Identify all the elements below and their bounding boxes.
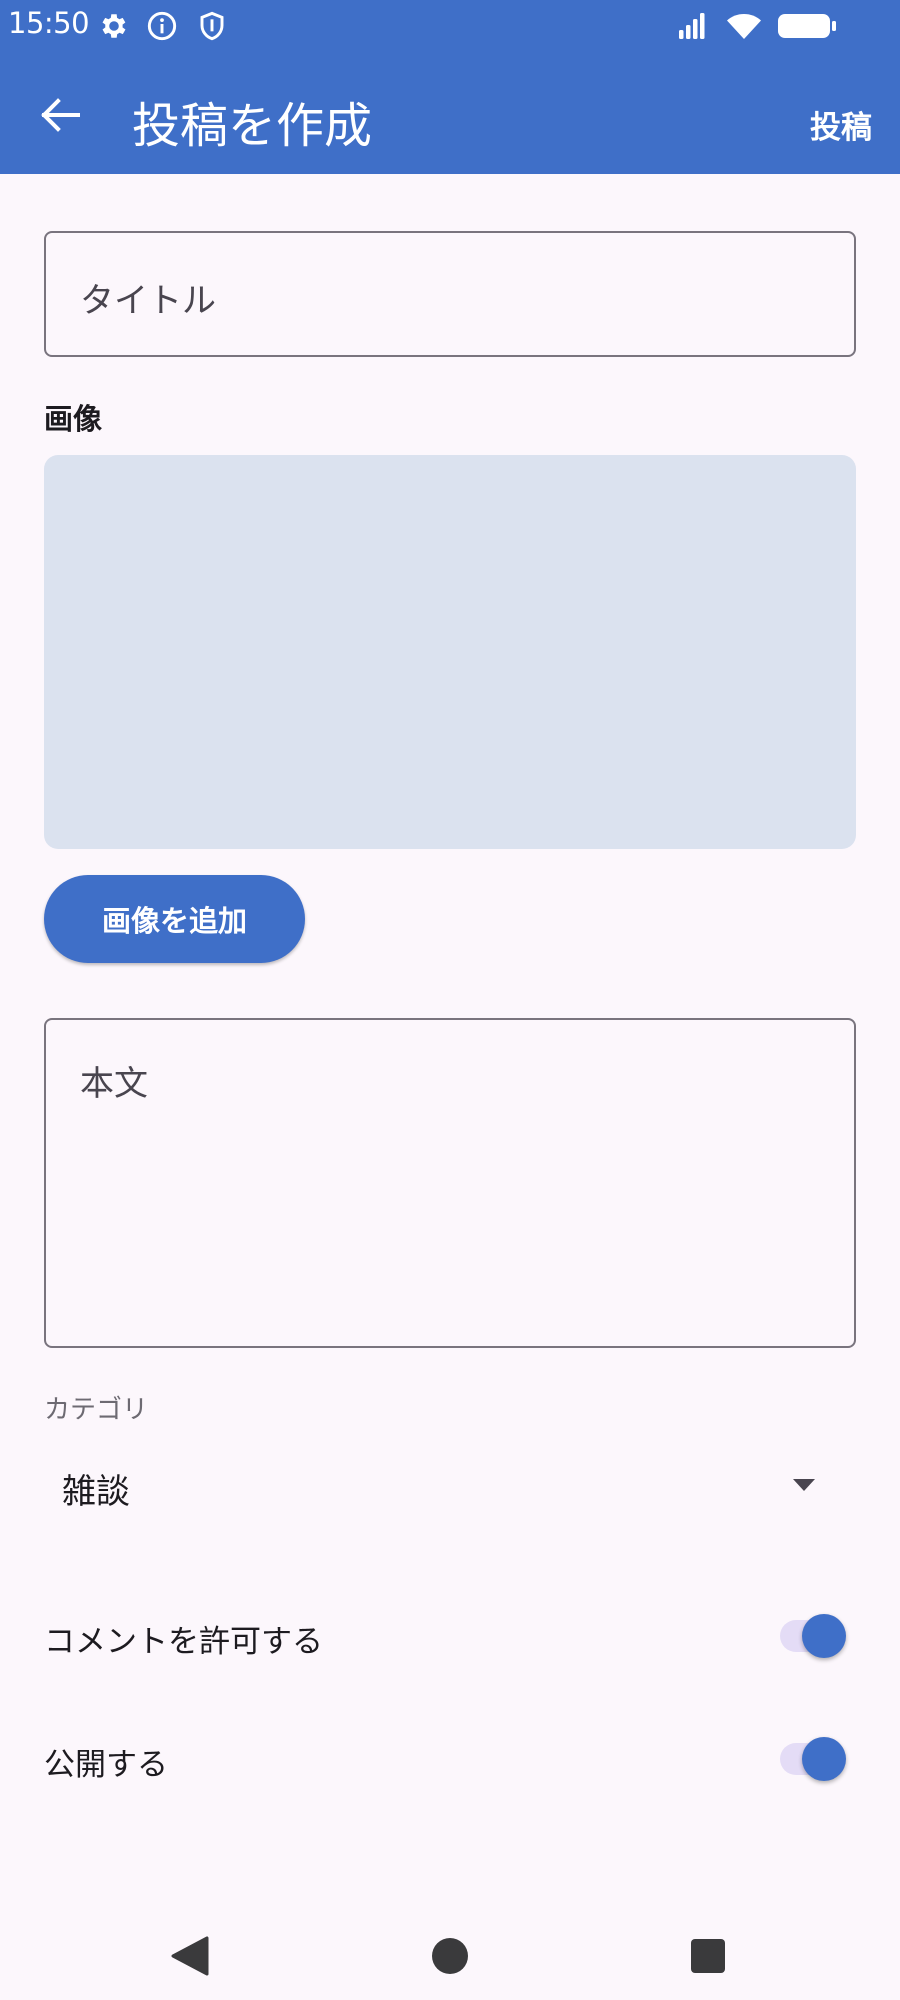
body-input[interactable]: 本文 (44, 1018, 856, 1348)
page-title: 投稿を作成 (132, 98, 373, 154)
category-value: 雑談 (62, 1472, 130, 1512)
create-post-screen: 15:50 投稿を作成 投稿 タイトル 画像 画像を追加 本文 カテゴリ 雑談 … (0, 0, 900, 2000)
publish-label: 公開する (44, 1747, 168, 1783)
info-icon (147, 11, 177, 41)
signal-icon (679, 13, 705, 39)
app-bar: 投稿を作成 投稿 (0, 52, 900, 174)
switch-thumb (802, 1737, 846, 1781)
post-button[interactable]: 投稿 (810, 102, 872, 147)
battery-icon (778, 14, 836, 38)
status-time: 15:50 (8, 6, 90, 40)
shield-icon (200, 11, 224, 41)
allow-comments-row: コメントを許可する (44, 1600, 856, 1672)
gear-icon (102, 14, 126, 38)
title-placeholder: タイトル (80, 281, 216, 321)
publish-row: 公開する (44, 1723, 856, 1795)
status-bar: 15:50 (0, 0, 900, 52)
home-circle-icon[interactable] (422, 1928, 478, 1984)
image-preview-placeholder (44, 455, 856, 849)
title-input[interactable]: タイトル (44, 231, 856, 357)
arrow-back-icon[interactable] (30, 90, 92, 140)
body-placeholder: 本文 (80, 1064, 148, 1104)
add-image-button[interactable]: 画像を追加 (44, 875, 305, 963)
back-triangle-icon[interactable] (163, 1928, 219, 1984)
allow-comments-switch[interactable] (780, 1614, 848, 1658)
publish-switch[interactable] (780, 1737, 848, 1781)
image-section-label: 画像 (44, 402, 103, 436)
category-dropdown[interactable]: 雑談 (44, 1448, 856, 1528)
category-label: カテゴリ (44, 1395, 149, 1425)
system-navigation-bar (0, 1910, 900, 2000)
recents-square-icon[interactable] (680, 1928, 736, 1984)
wifi-icon (727, 14, 761, 39)
dropdown-arrow-icon (793, 1479, 815, 1491)
switch-thumb (802, 1614, 846, 1658)
allow-comments-label: コメントを許可する (44, 1624, 323, 1660)
